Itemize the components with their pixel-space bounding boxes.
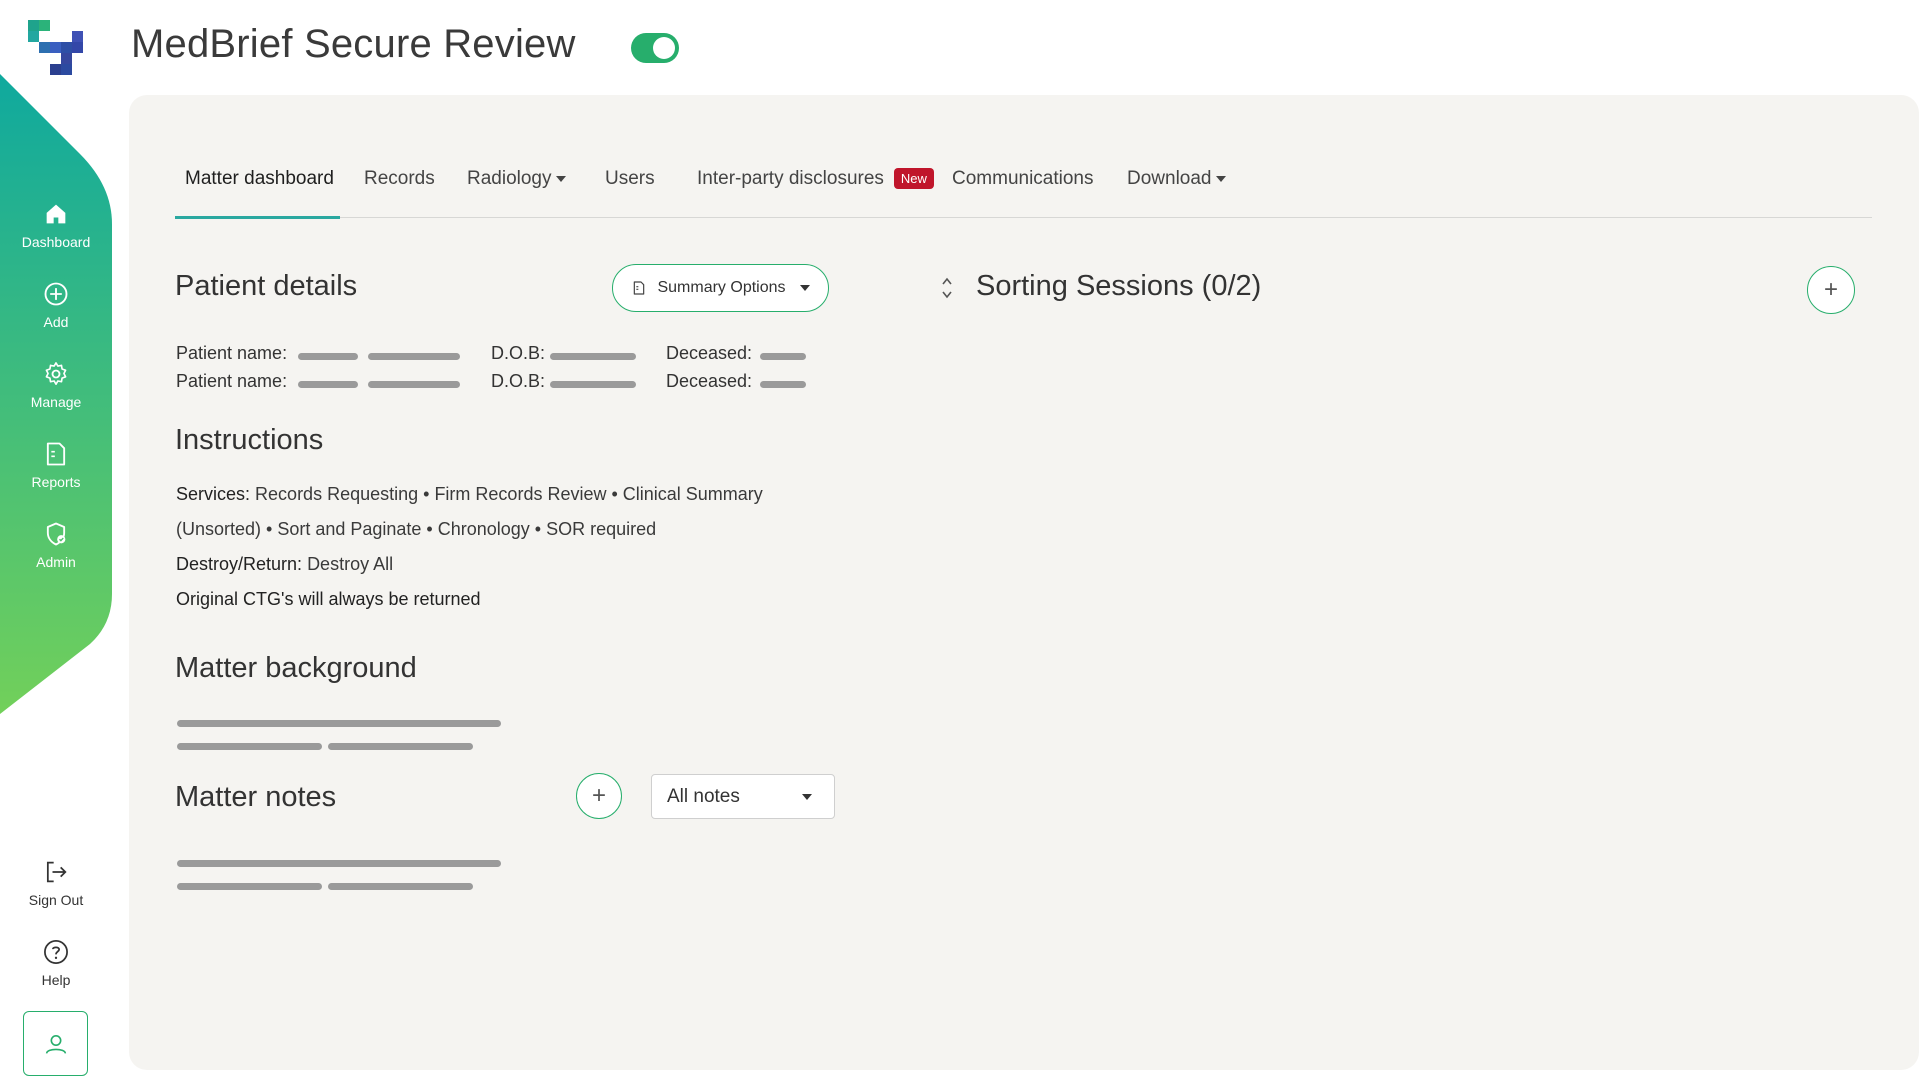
help-icon <box>44 940 68 964</box>
sort-toggle-icon[interactable] <box>940 274 954 302</box>
chevron-down-icon <box>802 794 812 800</box>
sidebar-item-admin[interactable]: Admin <box>0 520 112 570</box>
services-line-2: (Unsorted) • Sort and Paginate • Chronol… <box>176 519 657 539</box>
sidebar-item-reports[interactable]: Reports <box>0 440 112 490</box>
tab-radiology[interactable]: Radiology <box>467 168 566 190</box>
destroy-return-label: Destroy/Return: <box>176 554 303 574</box>
tab-label: Users <box>605 168 655 189</box>
user-icon <box>45 1034 66 1054</box>
redacted-value <box>368 353 460 360</box>
shield-icon <box>46 522 66 546</box>
redacted-value <box>760 353 806 360</box>
sidebar-item-label: Admin <box>36 554 76 570</box>
add-sorting-session-button[interactable]: + <box>1807 266 1855 314</box>
tab-label: Radiology <box>467 168 552 189</box>
destroy-return-value: Destroy All <box>307 554 394 574</box>
sidebar-item-label: Dashboard <box>21 234 91 250</box>
summary-options-button[interactable]: Summary Options <box>612 264 829 312</box>
sign-out-label: Sign Out <box>28 892 84 908</box>
tab-users[interactable]: Users <box>605 168 655 190</box>
tab-label: Download <box>1127 168 1212 189</box>
sign-out-button[interactable]: Sign Out <box>0 858 112 908</box>
tab-records[interactable]: Records <box>364 168 435 190</box>
document-icon <box>634 281 645 295</box>
home-icon <box>46 204 66 224</box>
active-tab-indicator <box>175 216 340 219</box>
view-toggle[interactable] <box>631 33 679 63</box>
redacted-notes-text <box>177 883 322 890</box>
sidebar-item-label: Add <box>43 314 69 330</box>
add-note-button[interactable]: + <box>576 773 622 819</box>
deceased-label: Deceased: <box>666 343 753 363</box>
user-profile-button[interactable] <box>23 1011 88 1076</box>
help-label: Help <box>41 972 71 988</box>
redacted-value <box>298 381 358 388</box>
services-label: Services: <box>176 484 251 504</box>
sidebar-item-label: Manage <box>30 394 82 410</box>
notes-filter-value: All notes <box>667 785 740 807</box>
tab-download[interactable]: Download <box>1127 168 1226 190</box>
tab-communications[interactable]: Communications <box>952 168 1094 190</box>
ctg-note: Original CTG's will always be returned <box>176 589 481 609</box>
redacted-background-text <box>328 743 473 750</box>
matter-background-title: Matter background <box>175 652 417 684</box>
redacted-value <box>550 353 636 360</box>
dob-label: D.O.B: <box>491 371 546 391</box>
matter-notes-title: Matter notes <box>175 781 337 813</box>
gear-icon <box>45 362 67 385</box>
new-badge: New <box>893 168 934 190</box>
redacted-notes-text <box>177 860 501 867</box>
plus-circle-icon <box>44 282 68 306</box>
sidebar-item-dashboard[interactable]: Dashboard <box>0 200 112 250</box>
sidebar-item-add[interactable]: Add <box>0 280 112 330</box>
toggle-knob <box>653 37 675 59</box>
chevron-down-icon <box>1215 175 1226 182</box>
tab-label: Matter dashboard <box>185 168 334 189</box>
main-panel <box>129 95 1919 1070</box>
sign-out-icon <box>46 861 67 883</box>
dob-label: D.O.B: <box>491 343 546 363</box>
tab-inter-party-disclosures[interactable]: Inter-party disclosures New <box>697 168 934 190</box>
tab-label: Records <box>364 168 435 189</box>
instructions-title: Instructions <box>175 424 324 456</box>
tab-label: Communications <box>952 168 1094 189</box>
tab-matter-dashboard[interactable]: Matter dashboard <box>185 168 334 190</box>
chevron-down-icon <box>799 285 810 291</box>
chevron-down-icon <box>555 175 566 182</box>
tab-bar: Matter dashboard Records Radiology Users… <box>175 160 1872 219</box>
deceased-label: Deceased: <box>666 371 753 391</box>
tab-label: Inter-party disclosures <box>697 168 884 189</box>
help-button[interactable]: Help <box>0 938 112 988</box>
notes-filter-select[interactable]: All notes <box>651 774 835 819</box>
patient-name-label: Patient name: <box>176 343 288 363</box>
redacted-value <box>760 381 806 388</box>
redacted-notes-text <box>328 883 473 890</box>
redacted-value <box>368 381 460 388</box>
redacted-value <box>298 353 358 360</box>
app-title: MedBrief Secure Review <box>131 22 576 66</box>
plus-icon: + <box>591 782 606 809</box>
redacted-background-text <box>177 743 322 750</box>
services-line-1: Services: Records Requesting • Firm Reco… <box>176 484 763 505</box>
report-icon <box>46 442 66 466</box>
sidebar-item-label: Reports <box>31 474 81 490</box>
redacted-background-text <box>177 720 501 727</box>
redacted-value <box>550 381 636 388</box>
services-value: Records Requesting • Firm Records Review… <box>255 484 763 504</box>
plus-icon: + <box>1823 276 1838 303</box>
sidebar-item-manage[interactable]: Manage <box>0 360 112 410</box>
sorting-sessions-title: Sorting Sessions (0/2) <box>976 270 1262 302</box>
patient-name-label: Patient name: <box>176 371 288 391</box>
patient-details-title: Patient details <box>175 270 358 302</box>
medbrief-logo <box>28 20 83 75</box>
summary-options-label: Summary Options <box>657 279 786 296</box>
destroy-return-line: Destroy/Return: Destroy All <box>176 554 393 575</box>
